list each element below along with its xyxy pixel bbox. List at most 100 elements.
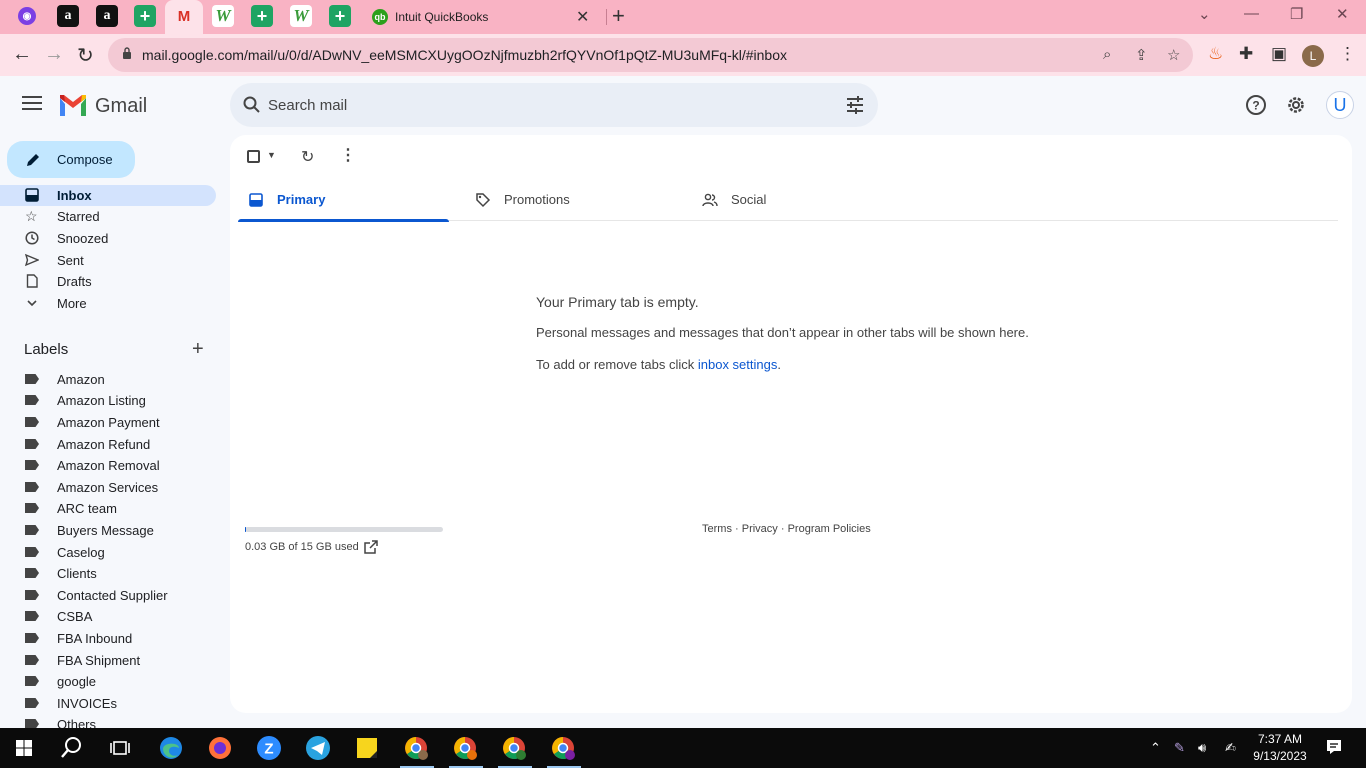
label-tag-icon [25,439,39,449]
search-icon[interactable] [242,95,262,115]
notifications-icon[interactable] [1325,738,1343,756]
label-item[interactable]: FBA Inbound [0,628,216,649]
nav-label: Drafts [57,274,92,289]
send-icon [25,253,39,267]
inbox-settings-link[interactable]: inbox settings [698,357,778,372]
terms-link[interactable]: Terms [702,523,732,535]
label-item[interactable]: google [0,671,216,692]
amazon-icon[interactable]: a [96,5,118,27]
extension-flame-icon[interactable]: ♨ [1208,44,1223,64]
gmail-icon[interactable]: M [173,5,195,27]
chrome-icon[interactable] [451,734,479,762]
label-item[interactable]: Clients [0,563,216,584]
telegram-icon[interactable] [304,734,332,762]
account-avatar[interactable]: U [1326,91,1354,119]
volume-icon[interactable]: 🔊︎ [1198,740,1206,756]
label-item[interactable]: Amazon Payment [0,412,216,433]
firefox-icon[interactable] [206,734,234,762]
nav-snoozed[interactable]: Snoozed [0,228,216,249]
privacy-link[interactable]: Privacy [742,523,778,535]
label-item[interactable]: Amazon [0,369,216,390]
add-label-icon[interactable]: + [192,338,204,361]
w-app-icon[interactable]: W [290,5,312,27]
search-options-icon[interactable] [846,96,864,114]
google-sheets-icon[interactable]: + [329,5,351,27]
pen-tray-icon[interactable]: ✎ [1174,740,1185,756]
close-tab-icon[interactable]: ✕ [576,7,589,27]
quickbooks-tab[interactable]: qb Intuit QuickBooks ✕ [362,0,602,34]
tab-search-icon[interactable]: ⌄ [1198,5,1211,23]
main-menu-icon[interactable] [22,96,42,114]
restore-button[interactable]: ❐ [1290,5,1303,23]
chrome-icon[interactable] [402,734,430,762]
windows-start-icon[interactable] [10,734,38,762]
nav-starred[interactable]: ☆ Starred [0,206,216,227]
forward-button[interactable]: → [44,43,64,66]
select-options-caret-icon[interactable]: ▼ [267,150,276,160]
tab-promotions[interactable]: Promotions [465,180,676,221]
label-item[interactable]: Amazon Refund [0,434,216,455]
minimize-button[interactable]: — [1244,5,1259,22]
label-name: Contacted Supplier [57,588,168,603]
amazon-icon[interactable]: a [57,5,79,27]
nav-inbox[interactable]: Inbox [0,185,216,206]
lock-icon [123,47,131,59]
zoom-icon[interactable]: ⌕ [1103,46,1111,63]
label-item[interactable]: Buyers Message [0,520,216,541]
refresh-icon[interactable]: ↻ [301,147,314,167]
label-name: FBA Shipment [57,653,141,668]
side-panel-icon[interactable]: ▣ [1271,44,1287,64]
label-item[interactable]: INVOICEs [0,693,216,714]
star-icon: ☆ [25,208,38,224]
open-storage-icon[interactable] [364,540,378,554]
share-icon[interactable]: ⇪ [1135,46,1148,64]
label-item[interactable]: Amazon Services [0,477,216,498]
show-hidden-icons-chevron-icon[interactable]: ⌃ [1150,740,1161,756]
browser-menu-icon[interactable]: ⋮ [1339,44,1356,64]
program-policies-link[interactable]: Program Policies [788,523,871,535]
new-tab-button[interactable]: + [612,3,625,29]
select-all-checkbox[interactable] [247,150,260,163]
address-bar[interactable]: mail.google.com/mail/u/0/d/ADwNV_eeMSMCX… [108,38,1193,72]
help-icon[interactable]: ? [1245,94,1267,116]
zoom-app-icon[interactable]: Z [255,734,283,762]
system-clock[interactable]: 7:37 AM 9/13/2023 [1250,731,1310,765]
edge-browser-icon[interactable] [157,734,185,762]
sticky-notes-icon[interactable] [353,734,381,762]
reload-button[interactable]: ↻ [77,43,94,68]
search-icon[interactable] [58,734,86,762]
label-item[interactable]: Amazon Removal [0,455,216,476]
pen-workspace-icon[interactable]: ✍︎ [1225,740,1236,756]
close-window-button[interactable]: ✕ [1336,5,1349,23]
back-button[interactable]: ← [12,43,32,66]
extensions-puzzle-icon[interactable]: ✚ [1239,44,1253,64]
more-options-icon[interactable]: ⋮ [340,145,356,165]
label-item[interactable]: Caselog [0,542,216,563]
label-item[interactable]: FBA Shipment [0,650,216,671]
tab-primary[interactable]: Primary [238,180,449,222]
task-view-icon[interactable] [106,734,134,762]
windows-taskbar: Z ⌃ ✎ 🔊︎ ✍︎ 7:37 AM 9/13/2023 [0,728,1366,768]
label-tag-icon [25,525,39,535]
settings-gear-icon[interactable] [1285,94,1307,116]
purple-circle-icon[interactable]: ◉ [18,7,36,25]
google-sheets-icon[interactable]: + [134,5,156,27]
label-tag-icon [25,374,39,384]
tab-social[interactable]: Social [692,180,903,221]
search-input[interactable] [268,93,828,117]
nav-drafts[interactable]: Drafts [0,271,216,292]
label-item[interactable]: Amazon Listing [0,390,216,411]
chrome-icon[interactable] [549,734,577,762]
bookmark-star-icon[interactable]: ☆ [1167,46,1180,64]
nav-sent[interactable]: Sent [0,250,216,271]
label-item[interactable]: Contacted Supplier [0,585,216,606]
label-item[interactable]: ARC team [0,498,216,519]
compose-button[interactable]: Compose [7,141,135,178]
label-item[interactable]: CSBA [0,606,216,627]
browser-profile-avatar[interactable]: L [1302,45,1324,67]
label-item[interactable]: Others [0,714,216,728]
nav-more[interactable]: More [0,293,216,314]
chrome-icon[interactable] [500,734,528,762]
w-app-icon[interactable]: W [212,5,234,27]
google-sheets-icon[interactable]: + [251,5,273,27]
